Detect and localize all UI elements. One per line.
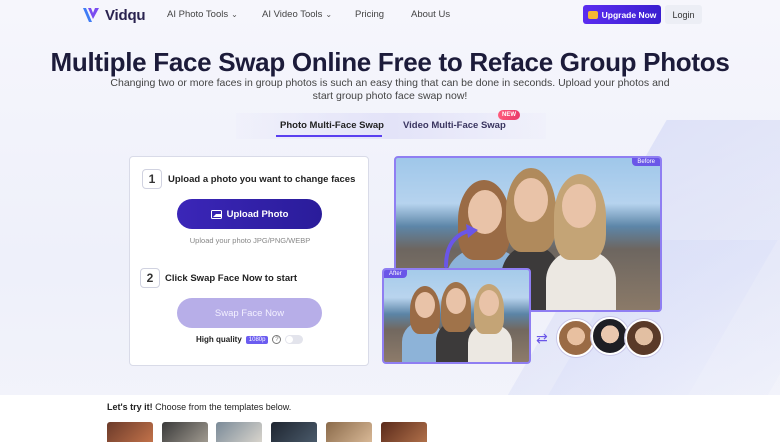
step-number: 1 (142, 169, 162, 189)
template-thumbnail[interactable] (271, 422, 317, 442)
swap-arrows-icon: ⇄ (536, 330, 548, 346)
nav-pricing[interactable]: Pricing (355, 9, 384, 20)
upgrade-now-button[interactable]: Upgrade Now (583, 5, 661, 24)
top-navigation: Vidqu AI Photo Tools ⌄ AI Video Tools ⌄ … (0, 0, 780, 30)
template-thumbnail[interactable] (216, 422, 262, 442)
high-quality-toggle[interactable] (285, 335, 304, 344)
nav-label: AI Video Tools (262, 9, 323, 20)
high-quality-label: High quality (196, 335, 242, 344)
source-face-2[interactable] (591, 317, 629, 355)
login-button[interactable]: Login (665, 5, 702, 24)
templates-lead-bold: Let's try it! (107, 402, 153, 412)
swap-face-now-button[interactable]: Swap Face Now (177, 298, 322, 328)
page-subtitle: Changing two or more faces in group phot… (110, 77, 670, 102)
template-thumbnail[interactable] (162, 422, 208, 442)
nav-ai-photo-tools[interactable]: AI Photo Tools ⌄ (167, 9, 238, 20)
face (415, 292, 435, 318)
curved-arrow-icon (444, 224, 478, 268)
template-thumbnail[interactable] (326, 422, 372, 442)
nav-label: Pricing (355, 9, 385, 20)
step-number: 2 (140, 268, 160, 288)
active-tab-indicator (276, 135, 382, 137)
face (479, 290, 499, 316)
after-tag: After (384, 270, 407, 278)
upload-hint: Upload your photo JPG/PNG/WEBP (189, 236, 311, 245)
brand-name: Vidqu (105, 6, 146, 24)
nav-label: AI Photo Tools (167, 9, 229, 20)
help-icon[interactable]: ? (272, 335, 282, 344)
vidqu-logo-icon (83, 8, 99, 22)
template-thumbnail[interactable] (381, 422, 427, 442)
nav-label: About Us (411, 9, 451, 20)
new-badge: NEW (498, 110, 520, 120)
source-face-3[interactable] (625, 319, 663, 357)
tab-photo-multi-face-swap[interactable]: Photo Multi-Face Swap (280, 120, 384, 131)
image-icon (210, 209, 222, 219)
crown-icon (587, 10, 598, 19)
brand-logo[interactable]: Vidqu (82, 6, 146, 24)
face (562, 184, 596, 228)
page-title: Multiple Face Swap Online Free to Reface… (50, 47, 730, 77)
high-quality-option: High quality 1080p ? (196, 335, 304, 344)
face (514, 178, 548, 222)
template-thumbnail[interactable] (107, 422, 153, 442)
upload-panel: 1 Upload a photo you want to change face… (129, 156, 369, 366)
after-photo: After (382, 268, 531, 364)
face (446, 288, 466, 314)
before-tag: Before (632, 158, 660, 166)
chevron-down-icon: ⌄ (231, 10, 238, 19)
templates-heading: Let's try it! Choose from the templates … (107, 402, 291, 412)
templates-lead-text: Choose from the templates below. (152, 402, 292, 412)
source-face-1[interactable] (557, 319, 595, 357)
upload-photo-button[interactable]: Upload Photo (177, 199, 322, 229)
step-1-text: Upload a photo you want to change faces (168, 174, 356, 185)
upload-label: Upload Photo (226, 208, 289, 220)
nav-about-us[interactable]: About Us (411, 9, 450, 20)
tab-video-multi-face-swap[interactable]: Video Multi-Face Swap (403, 120, 506, 131)
resolution-badge: 1080p (245, 335, 269, 344)
upgrade-label: Upgrade Now (601, 9, 657, 20)
chevron-down-icon: ⌄ (325, 10, 333, 19)
nav-ai-video-tools[interactable]: AI Video Tools ⌄ (262, 9, 332, 20)
step-2-text: Click Swap Face Now to start (165, 273, 297, 284)
